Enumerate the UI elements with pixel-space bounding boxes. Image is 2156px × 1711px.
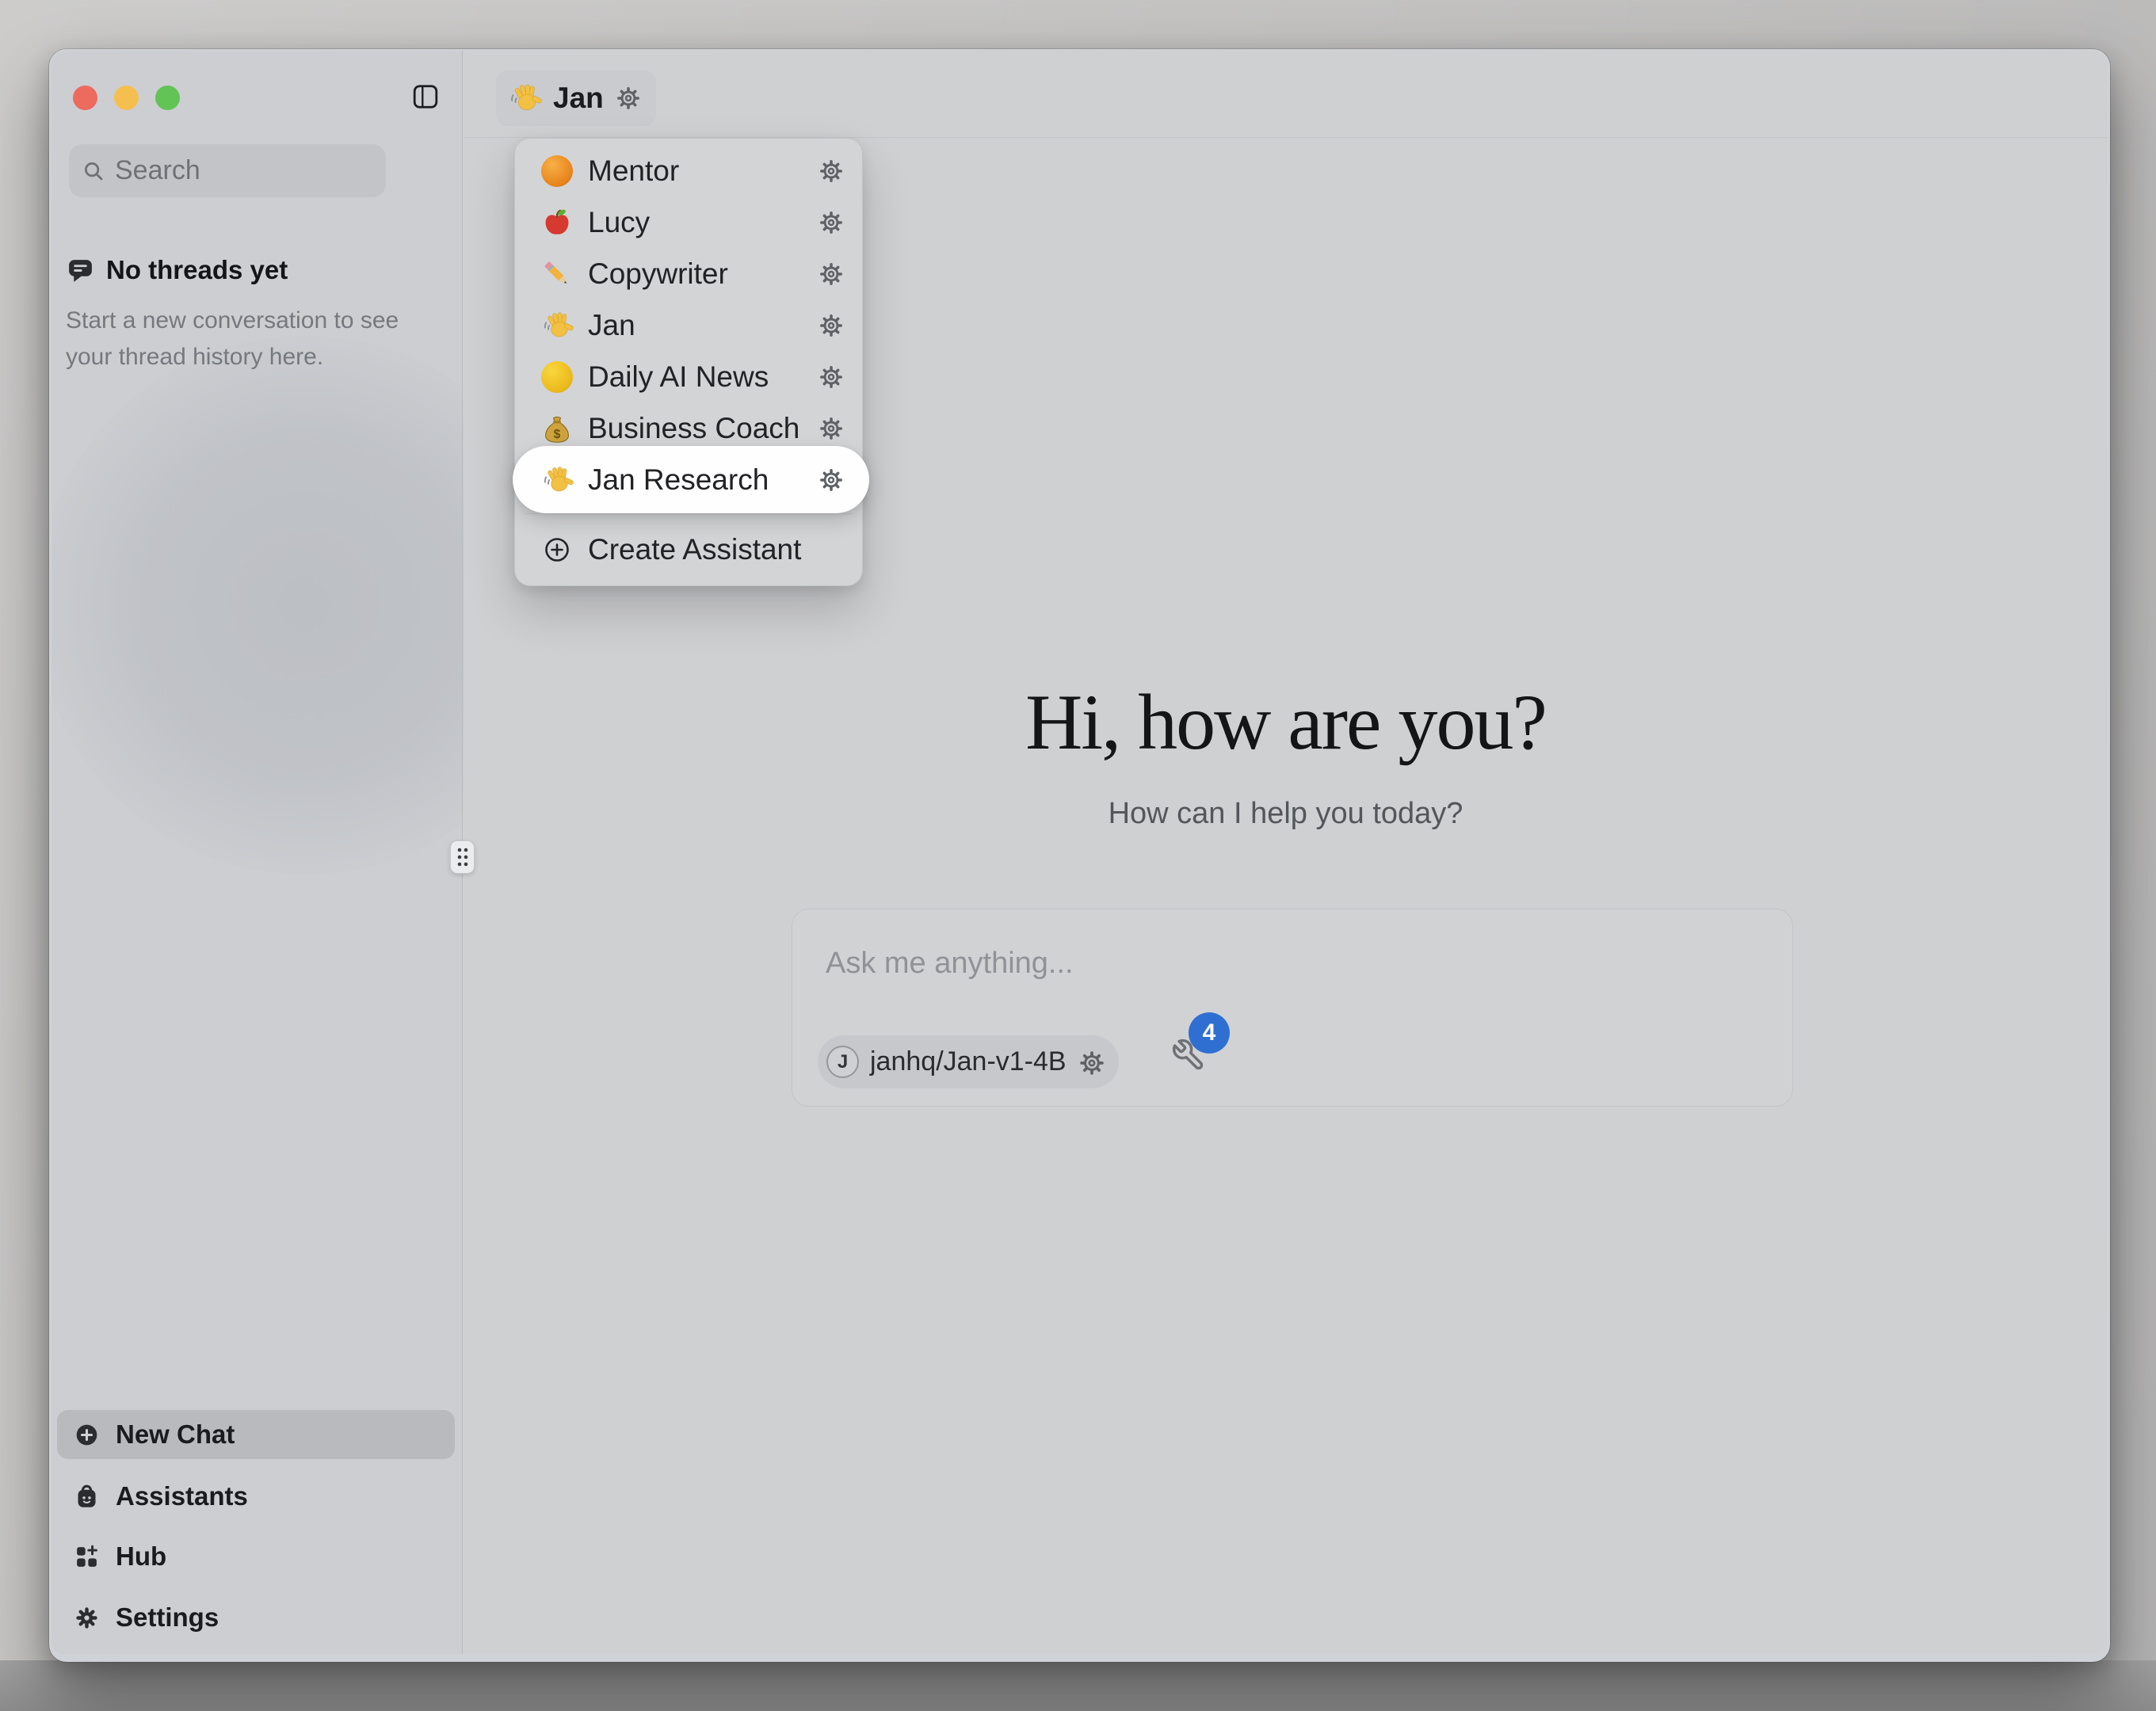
search-placeholder: Search — [115, 155, 200, 186]
gear-icon[interactable] — [818, 467, 845, 493]
menu-item-label: Business Coach — [588, 412, 818, 445]
create-assistant-button[interactable]: Create Assistant — [515, 522, 862, 577]
empty-state-description: Start a new conversation to see your thr… — [66, 303, 430, 375]
plus-circle-icon — [74, 1422, 100, 1448]
sidebar-item-label: Hub — [116, 1541, 166, 1572]
hub-grid-icon — [74, 1544, 100, 1570]
menu-item-label: Daily AI News — [588, 360, 818, 394]
menu-item-label: Copywriter — [588, 257, 818, 291]
sidebar-item-assistants[interactable]: Assistants — [57, 1472, 455, 1521]
thread-bubble-icon — [66, 256, 95, 285]
menu-item-label: Jan — [588, 309, 818, 342]
window-controls — [73, 86, 180, 110]
greeting-heading: Hi, how are you? — [464, 676, 2108, 768]
sidebar-resize-handle[interactable] — [450, 840, 475, 874]
create-assistant-label: Create Assistant — [588, 533, 845, 566]
menu-item-jan-research[interactable]: Jan Research — [515, 454, 862, 505]
threads-empty-state: No threads yet Start a new conversation … — [66, 255, 430, 375]
menu-divider — [525, 513, 853, 514]
menu-item-label: Jan Research — [588, 463, 818, 497]
waving-hand-icon — [540, 463, 574, 497]
assistant-dropdown-menu: Mentor Lucy — [514, 138, 863, 586]
svg-text:$: $ — [554, 428, 561, 441]
gear-icon[interactable] — [818, 312, 845, 339]
model-selector[interactable]: J janhq/Jan-v1-4B — [818, 1035, 1119, 1088]
sidebar-item-hub[interactable]: Hub — [57, 1532, 455, 1581]
app-window: Search No threads yet — [49, 49, 2110, 1662]
chat-composer[interactable]: Ask me anything... J janhq/Jan-v1-4B — [792, 909, 1793, 1107]
gear-icon[interactable] — [818, 158, 845, 185]
model-name: janhq/Jan-v1-4B — [870, 1046, 1067, 1077]
close-window-button[interactable] — [73, 86, 97, 110]
money-bag-icon: $ — [540, 412, 574, 445]
composer-placeholder: Ask me anything... — [826, 947, 1074, 981]
window-content: Search No threads yet — [52, 51, 2108, 1654]
sidebar-item-label: New Chat — [116, 1419, 235, 1450]
desktop: Search No threads yet — [0, 0, 2156, 1711]
model-avatar: J — [826, 1046, 859, 1078]
menu-item-jan[interactable]: Jan — [515, 299, 862, 351]
main-header — [464, 51, 2108, 138]
tools-count-badge: 4 — [1189, 1012, 1230, 1054]
gear-icon — [74, 1605, 100, 1631]
plus-circle-outline-icon — [540, 533, 574, 566]
pencil-icon — [540, 257, 574, 291]
red-apple-icon — [540, 206, 574, 239]
assistant-settings-gear-icon[interactable] — [615, 85, 642, 112]
menu-item-lucy[interactable]: Lucy — [515, 196, 862, 248]
sidebar-item-label: Assistants — [116, 1481, 248, 1511]
gear-icon[interactable] — [818, 261, 845, 288]
waving-hand-icon — [540, 309, 574, 342]
gear-icon[interactable] — [818, 364, 845, 391]
gear-icon[interactable] — [818, 209, 845, 236]
waving-hand-icon — [507, 81, 542, 116]
sidebar-toggle-icon — [413, 83, 438, 110]
toggle-sidebar-button[interactable] — [413, 83, 438, 110]
orange-circle-icon — [540, 154, 574, 188]
greeting-subtitle: How can I help you today? — [464, 797, 2108, 831]
sidebar-item-settings[interactable]: Settings — [57, 1593, 455, 1642]
menu-item-copywriter[interactable]: Copywriter — [515, 248, 862, 299]
desktop-bottom-shade — [0, 1660, 2156, 1711]
assistant-robot-icon — [74, 1484, 100, 1510]
menu-item-daily-ai-news[interactable]: Daily AI News — [515, 351, 862, 402]
main-area: Jan Mentor — [464, 51, 2108, 1654]
sidebar-item-new-chat[interactable]: New Chat — [57, 1410, 455, 1459]
sidebar: Search No threads yet — [52, 51, 463, 1654]
search-icon — [82, 159, 105, 183]
search-input[interactable]: Search — [69, 144, 386, 197]
menu-item-label: Mentor — [588, 154, 818, 188]
empty-state-title: No threads yet — [106, 255, 288, 285]
zoom-window-button[interactable] — [155, 86, 180, 110]
minimize-window-button[interactable] — [114, 86, 139, 110]
sidebar-item-label: Settings — [116, 1602, 219, 1633]
gear-icon[interactable] — [818, 415, 845, 442]
menu-item-label: Lucy — [588, 206, 818, 239]
yellow-circle-icon — [540, 360, 574, 394]
sidebar-nav: New Chat Assistants — [57, 1410, 455, 1654]
menu-item-mentor[interactable]: Mentor — [515, 145, 862, 196]
model-settings-gear-icon[interactable] — [1078, 1049, 1105, 1076]
active-assistant-selector[interactable]: Jan — [496, 70, 656, 126]
active-assistant-name: Jan — [553, 82, 604, 115]
